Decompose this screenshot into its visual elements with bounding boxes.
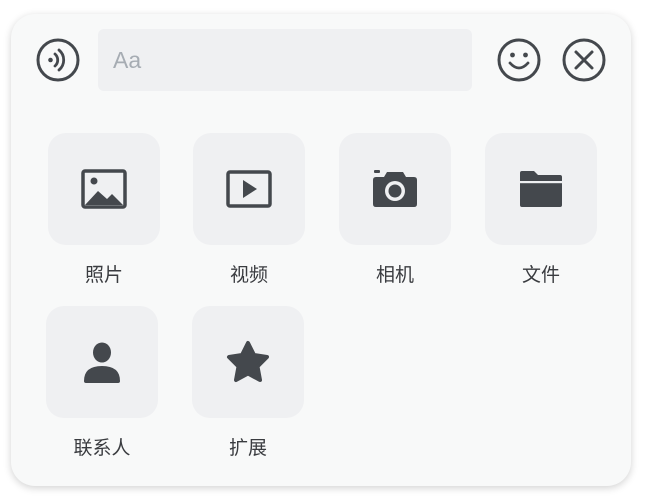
action-photo-button[interactable] (48, 133, 160, 245)
action-extension-button[interactable] (192, 306, 304, 418)
star-icon (227, 341, 269, 382)
message-input[interactable]: Aa (98, 29, 472, 91)
action-camera-label: 相机 (375, 264, 414, 286)
folder-icon (520, 171, 562, 207)
close-icon (562, 38, 606, 82)
action-file-label: 文件 (521, 264, 560, 286)
action-contact-button[interactable] (46, 306, 158, 418)
close-button[interactable] (561, 37, 607, 83)
action-extension-label: 扩展 (228, 437, 267, 459)
action-video-button[interactable] (193, 133, 305, 245)
message-input-placeholder: Aa (113, 46, 142, 73)
action-contact-label: 联系人 (73, 437, 131, 459)
action-video-label: 视频 (229, 264, 268, 286)
attachment-panel: Aa 照片 视频 相机 文件 联系人 扩展 (11, 14, 631, 486)
emoji-icon (497, 38, 541, 82)
video-icon (226, 170, 272, 208)
camera-icon (373, 170, 417, 207)
emoji-button[interactable] (496, 37, 542, 83)
voice-button[interactable] (35, 37, 81, 83)
action-file-button[interactable] (485, 133, 597, 245)
image-icon (81, 169, 127, 209)
voice-icon (36, 38, 80, 82)
person-icon (84, 342, 120, 383)
action-camera-button[interactable] (339, 133, 451, 245)
action-photo-label: 照片 (84, 264, 123, 286)
